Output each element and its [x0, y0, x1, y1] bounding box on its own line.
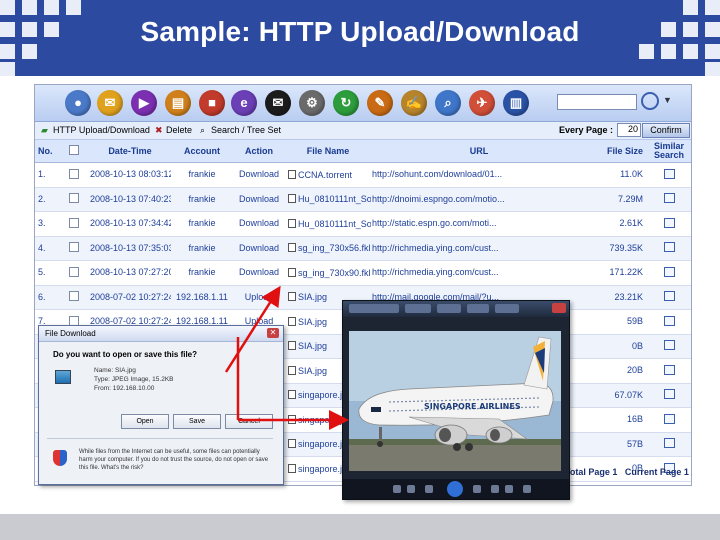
annotation-arrows	[224, 285, 349, 430]
arrow-to-upload-row	[224, 285, 281, 373]
slide-bottom-band	[0, 514, 720, 540]
